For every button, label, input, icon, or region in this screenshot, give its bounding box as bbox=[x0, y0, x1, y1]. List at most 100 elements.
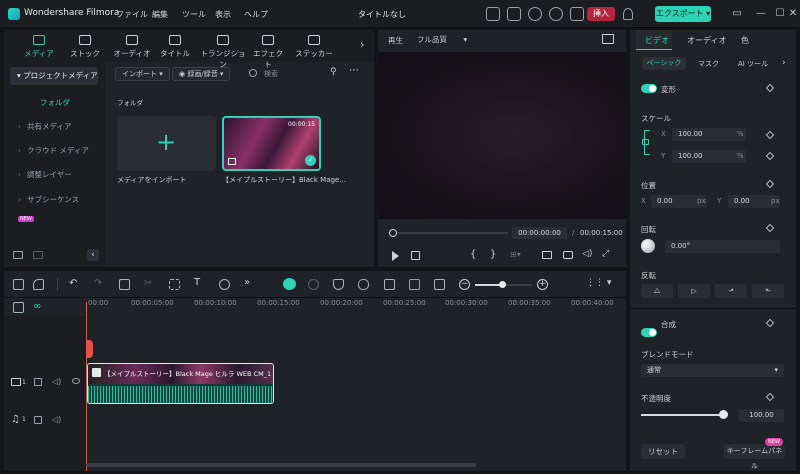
sidebar-item-project-media[interactable]: ▾ プロジェクトメディア bbox=[10, 67, 98, 85]
menu-tools[interactable]: ツール bbox=[182, 9, 206, 20]
collapse-sidebar-icon[interactable]: ‹ bbox=[87, 249, 99, 261]
subtabs-next-icon[interactable]: › bbox=[782, 58, 786, 68]
split-marker-icon[interactable]: ⊞▾ bbox=[510, 250, 521, 259]
rotate-right-icon[interactable]: ⬏ bbox=[715, 284, 747, 298]
subtab-mask[interactable]: マスク bbox=[698, 59, 719, 69]
more-tools-icon[interactable]: » bbox=[244, 277, 250, 288]
undo-icon[interactable]: ↶ bbox=[69, 278, 77, 289]
zoom-out-icon[interactable]: − bbox=[459, 279, 470, 290]
shield-icon[interactable] bbox=[333, 279, 344, 290]
display-icon[interactable] bbox=[542, 251, 552, 259]
tabs-next-icon[interactable]: › bbox=[360, 38, 364, 51]
flip-vertical-icon[interactable]: ▷ bbox=[678, 284, 710, 298]
camera-icon[interactable] bbox=[563, 251, 573, 259]
audio-track-mute-icon[interactable]: ◁) bbox=[52, 415, 61, 424]
tab-audio-props[interactable]: オーディオ bbox=[687, 35, 726, 46]
add-track-icon[interactable] bbox=[13, 302, 24, 313]
subtab-ai-tools[interactable]: AI ツール bbox=[738, 59, 778, 69]
export-button[interactable]: エクスポート ▾ bbox=[655, 6, 711, 22]
scale-x-input[interactable]: 100.00 bbox=[672, 128, 746, 141]
sidebar-item-cloud[interactable]: クラウド メディア bbox=[10, 142, 97, 160]
more-icon[interactable]: ⋯ bbox=[349, 65, 359, 76]
rotation-dial[interactable] bbox=[641, 239, 655, 253]
select-tool-icon[interactable] bbox=[33, 279, 44, 290]
rotation-input[interactable]: 0.00° bbox=[665, 240, 780, 253]
link-icon[interactable]: ∞ bbox=[33, 301, 41, 312]
audio-track-folder-icon[interactable] bbox=[34, 416, 42, 424]
stop-icon[interactable] bbox=[411, 251, 420, 260]
text-icon[interactable]: T bbox=[194, 277, 200, 288]
sidebar-item-adjustment[interactable]: 調整レイヤー bbox=[10, 166, 97, 184]
menu-help[interactable]: ヘルプ bbox=[244, 9, 268, 20]
minimize-icon[interactable]: — bbox=[751, 6, 771, 22]
import-media-tile[interactable]: + bbox=[117, 116, 216, 171]
tab-sticker[interactable]: ステッカー bbox=[294, 35, 334, 59]
ai-mate-icon[interactable] bbox=[283, 278, 296, 290]
import-dropdown[interactable]: インポート ▾ bbox=[115, 67, 170, 81]
mark-out-icon[interactable]: } bbox=[490, 249, 496, 260]
close-icon[interactable]: ✕ bbox=[783, 6, 800, 22]
keyframe-panel-button[interactable]: キーフレームパネル bbox=[724, 444, 785, 470]
account-icon[interactable] bbox=[623, 8, 633, 20]
video-preview[interactable] bbox=[378, 52, 626, 219]
rotate-left-icon[interactable]: ⬑ bbox=[752, 284, 784, 298]
layout-grid-icon[interactable] bbox=[13, 279, 24, 290]
progress-track[interactable] bbox=[388, 232, 508, 234]
playhead[interactable] bbox=[86, 302, 87, 471]
render-icon[interactable] bbox=[308, 279, 319, 290]
timeline-scrollbar[interactable] bbox=[86, 463, 476, 467]
tab-transition[interactable]: トランジション bbox=[198, 35, 248, 70]
scale-y-input[interactable]: 100.00 bbox=[672, 150, 746, 163]
sidebar-item-subsequence[interactable]: サブシーケンス NEW bbox=[10, 191, 97, 222]
record-dropdown[interactable]: ◉ 録画/録音 ▾ bbox=[172, 67, 231, 81]
monitor-icon[interactable] bbox=[486, 7, 500, 21]
snapshot-view-icon[interactable] bbox=[602, 34, 614, 44]
menu-file[interactable]: ファイル bbox=[116, 9, 148, 20]
redo-icon[interactable]: ↷ bbox=[94, 278, 102, 289]
quality-dropdown[interactable]: フル品質 ▾ bbox=[417, 34, 487, 47]
tab-color[interactable]: 色 bbox=[741, 35, 749, 46]
opacity-slider[interactable] bbox=[641, 414, 724, 416]
timeline-clip[interactable]: 【メイプルストーリー】Black Mage ヒルラ WEB CM_1 bbox=[87, 363, 274, 404]
reset-button[interactable]: リセット bbox=[641, 444, 685, 459]
search-input[interactable]: 検索 bbox=[264, 69, 278, 79]
zoom-handle[interactable] bbox=[499, 281, 506, 288]
mark-in-icon[interactable]: { bbox=[470, 249, 476, 260]
fullscreen-icon[interactable]: ⤢ bbox=[602, 249, 609, 259]
zoom-in-icon[interactable]: + bbox=[537, 279, 548, 290]
menu-edit[interactable]: 編集 bbox=[152, 9, 168, 20]
tab-media[interactable]: メディア bbox=[22, 35, 56, 59]
insert-button[interactable]: 挿入 bbox=[587, 7, 615, 21]
eye-icon[interactable] bbox=[72, 378, 80, 384]
layout-icon[interactable]: ▭ bbox=[727, 6, 747, 22]
cloud-icon[interactable] bbox=[528, 7, 542, 21]
caption-icon[interactable] bbox=[384, 279, 395, 290]
tab-stock[interactable]: ストック bbox=[68, 35, 102, 59]
playhead-handle[interactable] bbox=[86, 340, 93, 358]
progress-handle[interactable] bbox=[389, 229, 397, 237]
cut-icon[interactable]: ✂ bbox=[144, 278, 152, 289]
tab-audio[interactable]: オーディオ bbox=[112, 35, 152, 59]
opacity-input[interactable]: 100.00 bbox=[739, 409, 784, 422]
crop-icon[interactable] bbox=[169, 279, 180, 290]
tab-title[interactable]: タイトル bbox=[158, 35, 192, 59]
snap-icon[interactable] bbox=[409, 279, 420, 290]
mic-icon[interactable] bbox=[358, 279, 369, 290]
subtab-basic[interactable]: ベーシック bbox=[642, 57, 686, 70]
track-layout-icon[interactable]: ⋮⋮ ▾ bbox=[586, 278, 611, 288]
menu-view[interactable]: 表示 bbox=[215, 9, 231, 20]
lock-icon[interactable] bbox=[642, 139, 649, 145]
composite-toggle[interactable] bbox=[641, 328, 657, 337]
save-icon[interactable] bbox=[507, 7, 521, 21]
volume-icon[interactable]: ◁) bbox=[582, 249, 592, 259]
sidebar-item-shared[interactable]: 共有メディア bbox=[10, 118, 97, 136]
media-clip-thumbnail[interactable]: 00:00:15 ✓ bbox=[222, 116, 321, 171]
tab-effect[interactable]: エフェクト bbox=[250, 35, 286, 70]
delete-icon[interactable] bbox=[119, 279, 130, 290]
new-folder-icon[interactable] bbox=[13, 251, 23, 259]
notification-icon[interactable] bbox=[570, 7, 584, 21]
pip-icon[interactable] bbox=[434, 279, 445, 290]
folder-icon[interactable] bbox=[33, 251, 43, 259]
flip-horizontal-icon[interactable]: ⧍ bbox=[641, 284, 673, 298]
video-track-mute-icon[interactable]: ◁) bbox=[52, 377, 61, 386]
